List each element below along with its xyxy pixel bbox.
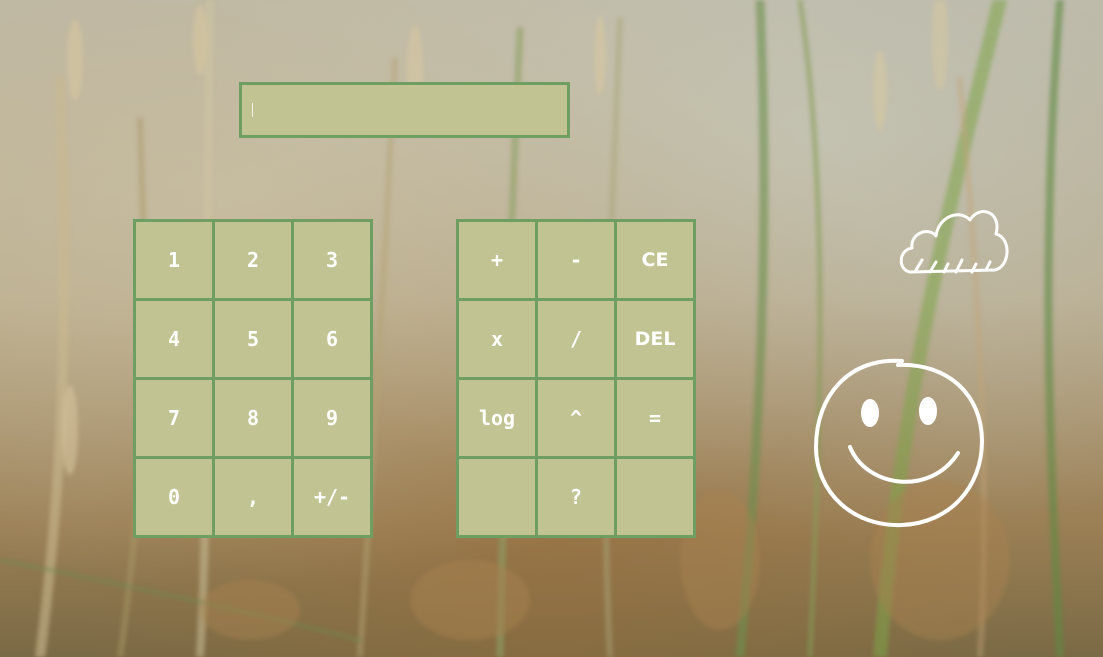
- key-sign-toggle[interactable]: +/-: [294, 459, 370, 535]
- key-blank-1[interactable]: [459, 459, 535, 535]
- key-4[interactable]: 4: [136, 301, 212, 377]
- key-0[interactable]: 0: [136, 459, 212, 535]
- key-3[interactable]: 3: [294, 222, 370, 298]
- key-power[interactable]: ^: [538, 380, 614, 456]
- cloud-icon: [899, 210, 1009, 274]
- key-blank-2[interactable]: [617, 459, 693, 535]
- key-equals[interactable]: =: [617, 380, 693, 456]
- key-1[interactable]: 1: [136, 222, 212, 298]
- key-multiply[interactable]: x: [459, 301, 535, 377]
- key-help[interactable]: ?: [538, 459, 614, 535]
- key-6[interactable]: 6: [294, 301, 370, 377]
- number-keypad: 1 2 3 4 5 6 7 8 9 0 , +/-: [133, 219, 373, 538]
- operator-keypad: + - CE x / DEL log ^ = ?: [456, 219, 696, 538]
- key-plus[interactable]: +: [459, 222, 535, 298]
- key-comma[interactable]: ,: [215, 459, 291, 535]
- text-caret: [252, 103, 253, 117]
- smiley-face-icon: [813, 358, 985, 528]
- key-8[interactable]: 8: [215, 380, 291, 456]
- key-9[interactable]: 9: [294, 380, 370, 456]
- calculator-display[interactable]: [239, 82, 570, 138]
- key-log[interactable]: log: [459, 380, 535, 456]
- key-2[interactable]: 2: [215, 222, 291, 298]
- key-minus[interactable]: -: [538, 222, 614, 298]
- key-divide[interactable]: /: [538, 301, 614, 377]
- key-5[interactable]: 5: [215, 301, 291, 377]
- key-delete[interactable]: DEL: [617, 301, 693, 377]
- key-clear-entry[interactable]: CE: [617, 222, 693, 298]
- key-7[interactable]: 7: [136, 380, 212, 456]
